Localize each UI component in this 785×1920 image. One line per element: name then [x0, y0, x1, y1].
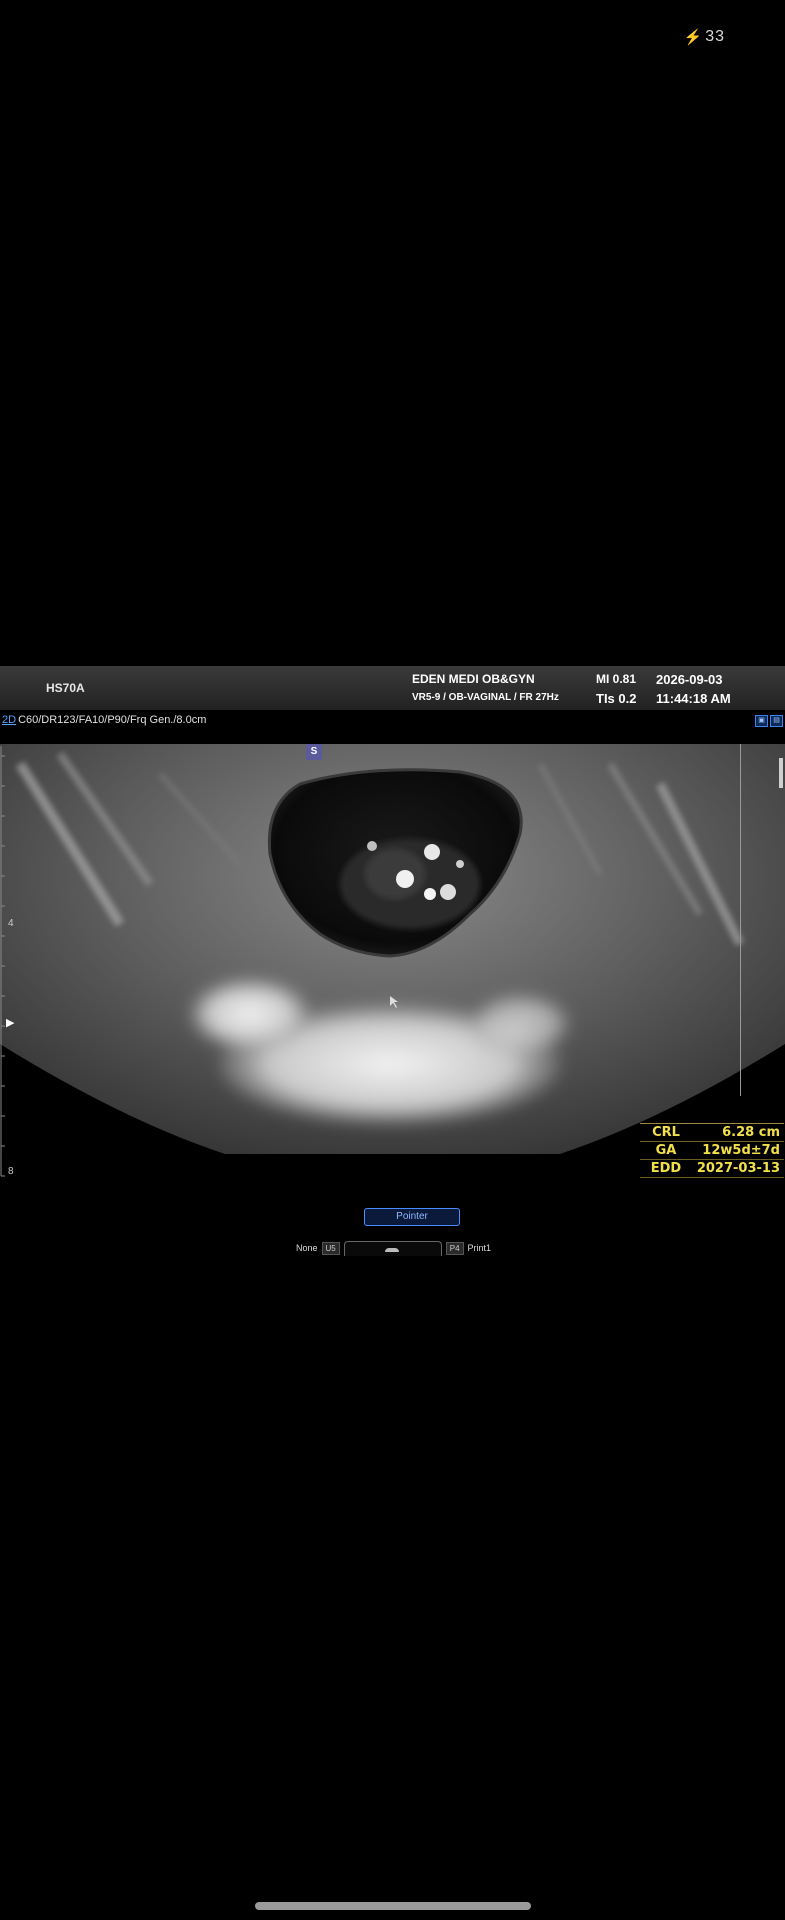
status-bar: ⚡ 33 — [684, 28, 725, 46]
home-indicator[interactable] — [255, 1902, 531, 1910]
focus-marker: ▶ — [6, 1017, 15, 1029]
depth-label-4: 4 — [8, 918, 14, 929]
toolbar-icons: ▣ ▤ — [755, 715, 783, 727]
right-control-label[interactable]: Print1 — [468, 1243, 492, 1253]
measurement-row-crl: CRL 6.28 cm — [640, 1124, 784, 1142]
scroll-handle[interactable] — [779, 758, 783, 788]
imaging-parameters: 2D C60/DR123/FA10/P90/Frq Gen./8.0cm — [2, 714, 206, 726]
parameter-settings: C60/DR123/FA10/P90/Frq Gen./8.0cm — [18, 714, 207, 726]
mechanical-index: MI 0.81 — [596, 672, 637, 686]
ultrasound-image — [0, 744, 785, 1154]
measurement-label: CRL — [652, 1125, 680, 1140]
measurement-value: 12w5d±7d — [702, 1143, 780, 1158]
scan-date: 2026-09-03 — [656, 672, 723, 687]
device-model: HS70A — [46, 681, 85, 695]
measurement-panel: CRL 6.28 cm GA 12w5d±7d EDD 2027-03-13 — [640, 1123, 784, 1178]
left-key-chip[interactable]: U5 — [321, 1241, 340, 1255]
bottom-controls: None U5 P4 Print1 — [296, 1240, 491, 1256]
mode-tag[interactable]: 2D — [2, 714, 16, 726]
depth-ruler — [0, 746, 5, 1177]
thermal-index: TIs 0.2 — [596, 691, 637, 706]
ultrasound-frame: HS70A EDEN MEDI OB&GYN VR5-9 / OB-VAGINA… — [0, 666, 785, 1256]
orientation-marker: S — [306, 744, 322, 760]
measurement-label: EDD — [650, 1161, 682, 1176]
image-icon[interactable]: ▣ — [755, 715, 768, 727]
ultrasound-header: HS70A EDEN MEDI OB&GYN VR5-9 / OB-VAGINA… — [0, 666, 785, 710]
measurement-value: 6.28 cm — [722, 1125, 780, 1140]
battery-level: 33 — [705, 28, 725, 45]
right-key-chip[interactable]: P4 — [445, 1241, 464, 1255]
measurement-label: GA — [655, 1143, 677, 1158]
probe-info: VR5-9 / OB-VAGINAL / FR 27Hz — [412, 692, 559, 703]
save-icon[interactable]: ▤ — [770, 715, 783, 727]
charging-bolt-icon: ⚡ — [683, 29, 704, 46]
caliper-line — [740, 744, 741, 1096]
left-control-label[interactable]: None — [296, 1243, 318, 1253]
screen: ⚡ 33 HS70A EDEN MEDI OB&GYN VR5-9 / OB-V… — [0, 0, 785, 1920]
measurement-row-ga: GA 12w5d±7d — [640, 1142, 784, 1160]
scan-time: 11:44:18 AM — [656, 691, 731, 706]
measurement-value: 2027-03-13 — [696, 1161, 780, 1176]
clinic-name: EDEN MEDI OB&GYN — [412, 672, 535, 686]
depth-label-8: 8 — [8, 1166, 14, 1177]
preview-slot[interactable] — [343, 1240, 442, 1256]
measurement-row-edd: EDD 2027-03-13 — [640, 1160, 784, 1178]
pointer-button[interactable]: Pointer — [364, 1208, 460, 1226]
